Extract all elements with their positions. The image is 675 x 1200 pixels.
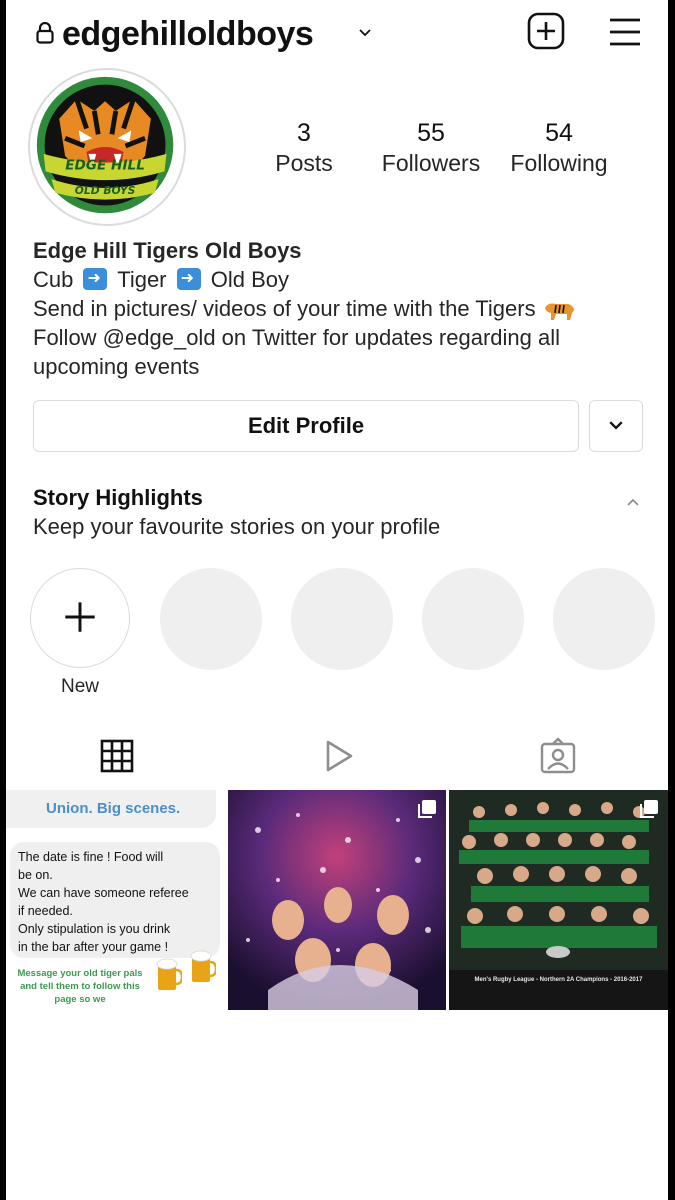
bio-tiger: Tiger (117, 267, 167, 292)
post-caption: Men's Rugby League - Northern 2A Champio… (474, 977, 643, 983)
highlight-placeholder (291, 568, 393, 670)
right-arrow-icon (83, 268, 108, 290)
chevron-down-icon[interactable] (358, 26, 372, 40)
multiple-posts-icon (418, 800, 436, 818)
beer-icon (190, 950, 216, 982)
bio-line-1: Cub Tiger Old Boy (33, 265, 653, 294)
logo-text-line2: OLD BOYS (75, 184, 136, 197)
stat-followers[interactable]: 55 Followers (371, 118, 491, 178)
suggestions-toggle-button[interactable] (589, 400, 643, 452)
post-message-line: if needed. (18, 904, 73, 918)
profile-screen: edgehilloldboys EDGE HILL OLD BOYS 3 Pos… (6, 0, 668, 1200)
right-arrow-icon (176, 268, 201, 290)
bio-send-pictures: Send in pictures/ videos of your time wi… (33, 296, 536, 321)
grid-icon[interactable] (97, 736, 137, 776)
highlight-placeholder (553, 568, 655, 670)
following-count: 54 (545, 119, 573, 147)
followers-count: 55 (417, 119, 445, 147)
following-label: Following (510, 150, 608, 176)
username[interactable]: edgehilloldboys (62, 14, 314, 54)
post-message-bubble: The date is fine ! Food will be on. We c… (10, 842, 220, 958)
post-message-line: be on. (18, 868, 53, 882)
stat-following[interactable]: 54 Following (499, 118, 619, 178)
plus-icon (65, 602, 95, 632)
top-bar: edgehilloldboys (6, 8, 668, 58)
tiger-logo: EDGE HILL OLD BOYS (36, 76, 174, 214)
edit-profile-button[interactable]: Edit Profile (33, 400, 579, 452)
new-highlight-label: New (60, 676, 99, 697)
new-highlight-button[interactable] (30, 568, 130, 668)
bio-line-2: Send in pictures/ videos of your time wi… (33, 294, 653, 323)
post-thumbnail[interactable]: Union. Big scenes. The date is fine ! Fo… (6, 790, 224, 1010)
posts-label: Posts (275, 150, 333, 176)
profile-bio: Edge Hill Tigers Old Boys Cub Tiger Old … (33, 236, 653, 381)
profile-avatar[interactable]: EDGE HILL OLD BOYS (28, 68, 186, 226)
post-thumbnail[interactable]: Men's Rugby League - Northern 2A Champio… (449, 790, 668, 1010)
post-thumbnail[interactable] (228, 790, 446, 1010)
chevron-down-icon (609, 421, 623, 430)
menu-icon[interactable] (604, 14, 644, 50)
tagged-icon[interactable] (538, 736, 578, 776)
multiple-posts-icon (640, 800, 658, 818)
logo-text-line1: EDGE HILL (65, 157, 145, 173)
party-photo (228, 790, 446, 1010)
bio-cub: Cub (33, 267, 74, 292)
highlight-placeholder (422, 568, 524, 670)
bio-line-4: upcoming events (33, 354, 200, 379)
story-highlights-subtitle: Keep your favourite stories on your prof… (33, 514, 441, 539)
new-post-icon[interactable] (527, 12, 565, 50)
post-message-line: We can have someone referee (18, 886, 189, 900)
post-message-header: Union. Big scenes. (6, 790, 216, 828)
chevron-up-icon[interactable] (625, 496, 641, 508)
highlight-placeholder (160, 568, 262, 670)
beer-icon (156, 958, 182, 990)
stat-posts[interactable]: 3 Posts (244, 118, 364, 178)
post-message-line: Only stipulation is you drink (18, 922, 171, 936)
reels-icon[interactable] (318, 736, 358, 776)
story-highlights-title[interactable]: Story Highlights (33, 484, 203, 512)
bio-old-boy: Old Boy (210, 267, 290, 292)
post-header-text: Union. Big scenes. (46, 800, 181, 817)
bio-line-3: Follow @edge_old on Twitter for updates … (33, 325, 561, 350)
post-footer-text: Message your old tiger pals and tell the… (17, 968, 143, 1005)
tiger-icon (544, 303, 574, 320)
followers-label: Followers (381, 150, 481, 176)
posts-count: 3 (297, 119, 311, 147)
post-message-line: The date is fine ! Food will (18, 850, 164, 864)
display-name: Edge Hill Tigers Old Boys (33, 238, 302, 263)
lock-icon (36, 22, 54, 44)
